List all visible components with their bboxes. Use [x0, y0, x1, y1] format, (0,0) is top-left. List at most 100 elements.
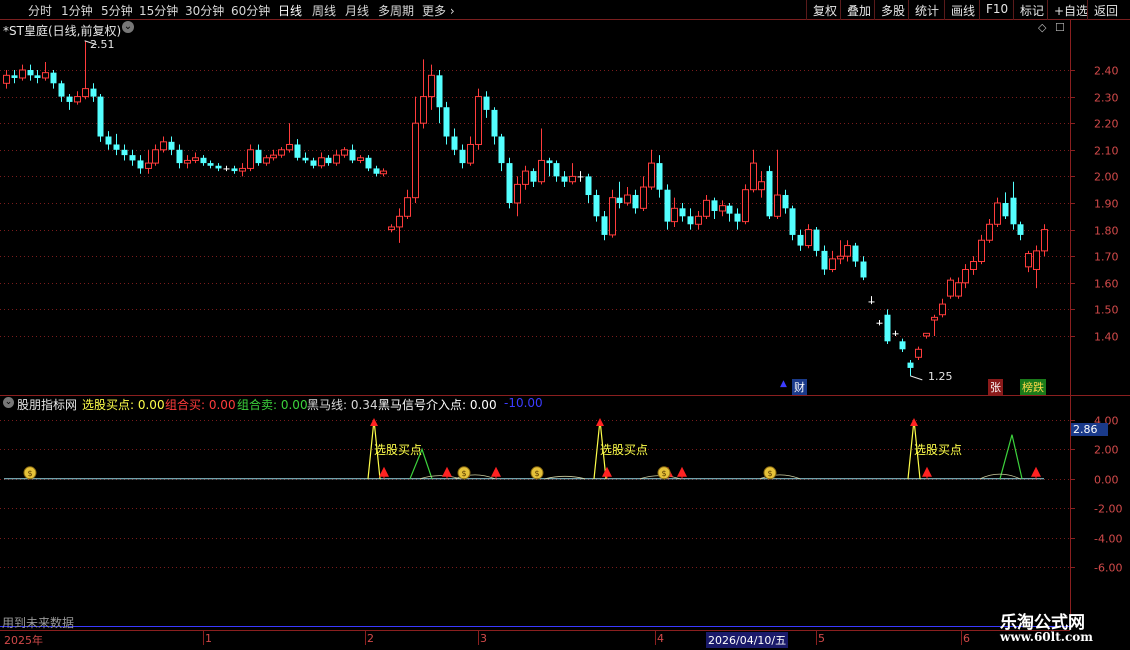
- candle-body: [671, 207, 678, 223]
- candle-body: [569, 175, 576, 183]
- money-bag-glyph: $: [27, 469, 32, 478]
- candle-body: [695, 215, 702, 225]
- indicator-legend-1: 组合买: 0.00: [165, 398, 236, 412]
- buy-signal-spike: [367, 419, 381, 479]
- arrow-up-icon: [491, 466, 501, 477]
- candle-body: [357, 157, 364, 161]
- arrow-up-icon: [460, 466, 470, 477]
- candle-body: [1025, 253, 1032, 268]
- candle-body: [498, 136, 505, 164]
- date-axis: 2025年 1 2 3 4 2026/04/10/五 5 6: [0, 630, 1070, 648]
- candle-body: [270, 154, 277, 159]
- candle-body: [986, 223, 993, 241]
- candle-body: [719, 205, 726, 212]
- y-tick-label: 2.00: [1094, 444, 1119, 457]
- candle-body: [396, 215, 403, 228]
- y-tick-label: 2.30: [1094, 92, 1119, 105]
- candle-body: [349, 149, 356, 161]
- arrow-up-icon: [379, 466, 389, 477]
- candle-body: [758, 181, 765, 191]
- candle-body: [939, 303, 946, 316]
- candle-body: [215, 165, 222, 169]
- candle-body: [404, 197, 411, 217]
- candle-body: [1041, 229, 1048, 252]
- y-tick-label: 2.20: [1094, 118, 1119, 131]
- candle-body: [947, 279, 954, 297]
- candle-body: [129, 155, 136, 161]
- candle-body: [428, 74, 435, 98]
- candle-body: [152, 149, 159, 164]
- candlestick-chart: 2.40 2.30 2.20 2.10 2.00 1.90 1.80 1.70 1.60 1.50…: [0, 40, 1119, 381]
- candle-body: [459, 149, 466, 164]
- candle-body: [742, 189, 749, 223]
- candle-body: [648, 162, 655, 188]
- hump-line: [759, 474, 801, 480]
- arrow-up-icon: [602, 466, 612, 477]
- money-bag-glyph: $: [767, 469, 772, 478]
- x-axis-label-3: 3: [480, 632, 487, 645]
- candle-body: [884, 314, 891, 342]
- hump-line: [639, 475, 681, 480]
- badge-drop-rank[interactable]: 榜跌: [1020, 379, 1046, 395]
- candle-body: [90, 88, 97, 97]
- candle-body: [609, 197, 616, 236]
- badge-finance[interactable]: 财: [792, 379, 807, 395]
- hump-line: [979, 473, 1021, 480]
- candle-body: [837, 255, 844, 260]
- candle-body: [899, 341, 906, 350]
- candle-body: [310, 160, 317, 166]
- candle-body: [522, 170, 529, 185]
- candle-body: [223, 168, 230, 170]
- candle-body: [955, 282, 962, 297]
- arrow-up-icon: [922, 466, 932, 477]
- money-bag-icon: [23, 466, 37, 480]
- candle-body: [160, 141, 167, 151]
- candle-body: [624, 194, 631, 204]
- candle-body: [640, 186, 647, 209]
- hump-line: [544, 475, 586, 480]
- x-axis-label-2: 2: [367, 632, 374, 645]
- candle-body: [3, 74, 10, 84]
- candle-body: [436, 75, 443, 108]
- candle-body: [145, 162, 152, 169]
- watermark-url: www.60lt.com: [1000, 630, 1093, 644]
- candle-body: [687, 216, 694, 225]
- candle-body: [703, 199, 710, 217]
- arrow-up-icon: [910, 418, 918, 426]
- candle-body: [475, 96, 482, 145]
- candle-body: [467, 143, 474, 164]
- x-axis-label-6: 5: [818, 632, 825, 645]
- candle-body: [74, 96, 81, 103]
- candle-body: [813, 229, 820, 251]
- candle-body: [538, 159, 545, 183]
- low-marker: [910, 375, 923, 381]
- candle-body: [711, 200, 718, 211]
- sell-signal-spike: [409, 447, 433, 480]
- candle-body: [168, 141, 175, 150]
- candle-body: [302, 157, 309, 161]
- y-tick-label: 1.40: [1094, 331, 1119, 344]
- candle-body: [11, 75, 18, 78]
- low-price-label: 1.25: [928, 370, 953, 383]
- future-data-note: 用到未来数据: [2, 616, 75, 630]
- candle-body: [923, 332, 930, 337]
- candle-body: [255, 149, 262, 164]
- chevron-down-icon[interactable]: ⌄: [3, 397, 14, 408]
- indicator-legend-0: 选股买点: 0.00: [82, 398, 165, 412]
- candle-body: [318, 157, 325, 167]
- indicator-legend-5: -10.00: [504, 396, 543, 410]
- candle-body: [325, 157, 332, 164]
- y-tick-label: -4.00: [1094, 533, 1122, 546]
- candle-body: [994, 202, 1001, 225]
- arrow-up-icon: [1031, 466, 1041, 477]
- buy-signal-label: 选股买点: [374, 443, 422, 457]
- y-tick-label: 1.60: [1094, 278, 1119, 291]
- candle-body: [42, 72, 49, 79]
- candle-body: [782, 195, 789, 209]
- candle-body: [506, 163, 513, 203]
- money-bag-glyph: $: [534, 469, 539, 478]
- y-tick-label: -6.00: [1094, 562, 1122, 575]
- y-tick-label: 1.50: [1094, 304, 1119, 317]
- badge-rise[interactable]: 张: [988, 379, 1003, 395]
- candle-body: [679, 208, 686, 217]
